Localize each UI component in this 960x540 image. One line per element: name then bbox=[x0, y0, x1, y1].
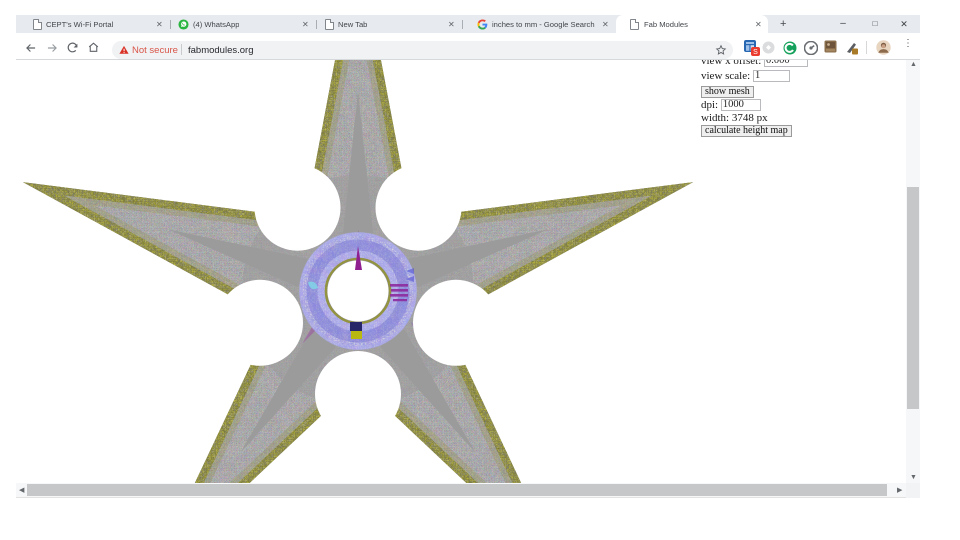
svg-text:S: S bbox=[753, 49, 758, 56]
